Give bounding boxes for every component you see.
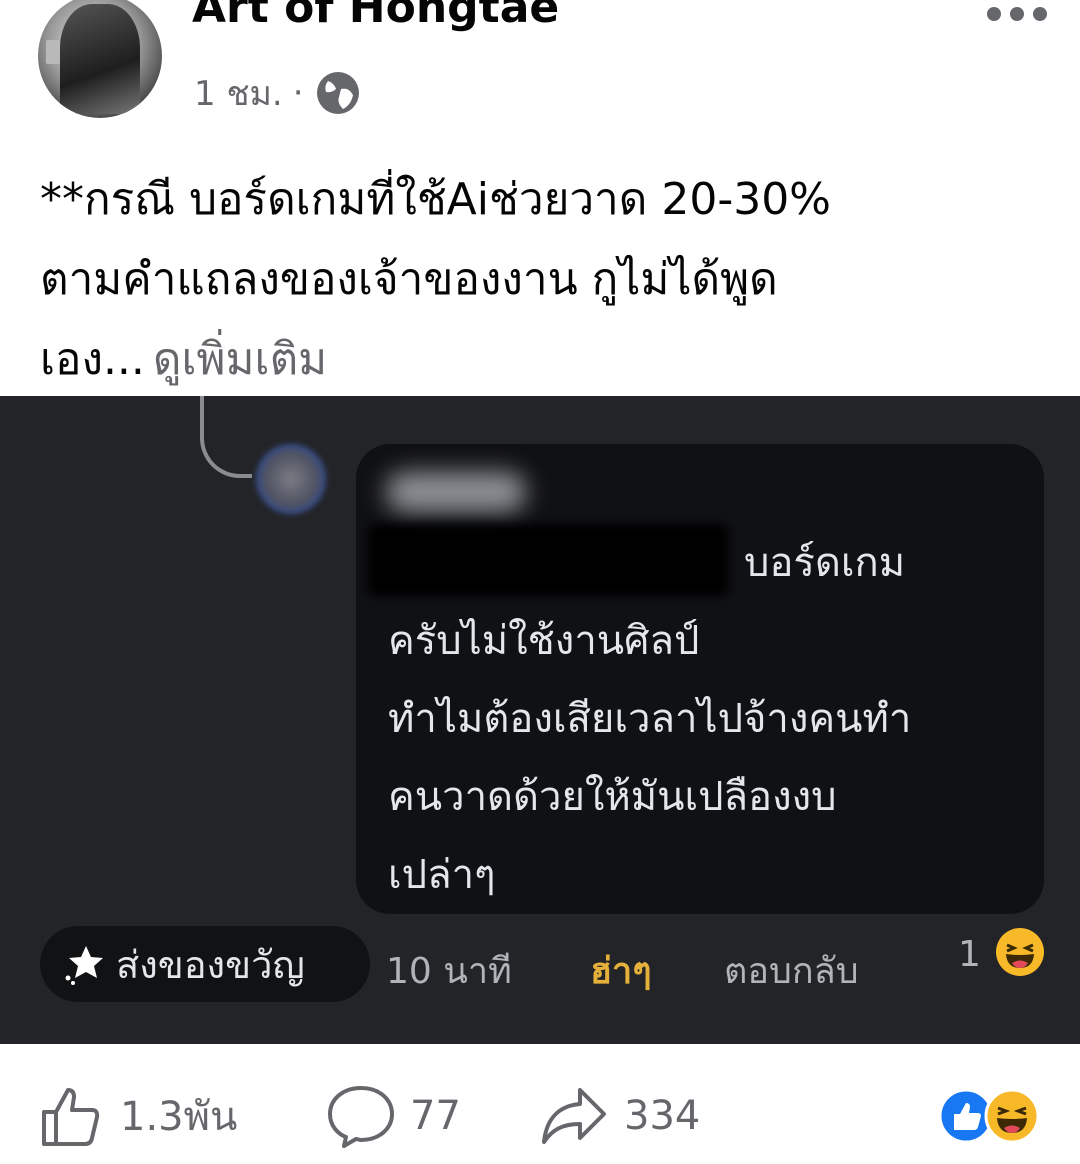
post-text-line: เอง... ดูเพิ่มเติม: [40, 320, 1040, 400]
comment-line: ทำไมต้องเสียเวลาไปจ้างคนทำ: [388, 696, 912, 742]
share-button[interactable]: 334: [540, 1082, 700, 1150]
gift-sparkle-icon: [65, 946, 103, 985]
commenter-avatar-blurred: [256, 444, 326, 514]
comment-time: 10 นาที: [386, 951, 512, 992]
meta-separator: ·: [292, 73, 304, 113]
globe-icon: [316, 72, 359, 114]
more-horizontal-icon[interactable]: [984, 0, 1050, 28]
comment-bubble: บอร์ดเกม ครับไม่ใช้งานศิลป์ ทำไมต้องเสีย…: [356, 444, 1044, 914]
comment-count: 77: [410, 1093, 461, 1139]
share-count: 334: [624, 1093, 701, 1139]
reply-thread-line: [200, 396, 252, 478]
attached-screenshot[interactable]: บอร์ดเกม ครับไม่ใช้งานศิลป์ ทำไมต้องเสีย…: [0, 396, 1080, 1044]
redacted-text: [368, 524, 728, 596]
reaction-summary[interactable]: [938, 1088, 1048, 1144]
comment-line: บอร์ดเกม: [744, 540, 906, 586]
post-text-line: **กรณี บอร์ดเกมที่ใช้Aiช่วยวาด 20-30%: [40, 174, 831, 225]
avatar-figure: [60, 4, 140, 114]
see-more-link[interactable]: ดูเพิ่มเติม: [153, 334, 327, 385]
author-name[interactable]: Art of Hongtae: [192, 0, 559, 33]
comment-line: คนวาดด้วยให้มันเปลืองงบ: [388, 774, 837, 820]
share-arrow-icon: [542, 1088, 606, 1144]
comment-bubble-icon: [328, 1086, 394, 1148]
comment-button[interactable]: 77: [326, 1082, 461, 1150]
author-avatar[interactable]: [38, 0, 162, 118]
haha-emoji-icon: [996, 928, 1044, 976]
commenter-name-blurred: [386, 472, 526, 512]
send-gift-label: ส่งของขวัญ: [116, 942, 305, 987]
comment-reaction-label: ฮ่าๆ: [590, 951, 652, 992]
post-text-line: ตามคำแถลงของเจ้าของงาน กูไม่ได้พูด: [40, 254, 778, 305]
comment-reply-label: ตอบกลับ: [724, 951, 859, 992]
comment-line: เปล่าๆ: [388, 852, 496, 898]
like-button[interactable]: 1.3พัน: [38, 1082, 237, 1150]
thumbs-up-icon: [42, 1088, 100, 1146]
post-time[interactable]: 1 ชม.: [194, 66, 283, 120]
comment-line: ครับไม่ใช้งานศิลป์: [388, 618, 700, 664]
post-text-line-end: เอง...: [40, 334, 145, 385]
post-body: **กรณี บอร์ดเกมที่ใช้Aiช่วยวาด 20-30% ตา…: [40, 160, 1040, 400]
haha-reaction-icon: [984, 1088, 1040, 1144]
like-count: 1.3พัน: [120, 1094, 238, 1140]
comment-reaction-count: 1: [958, 934, 981, 975]
post-meta: 1 ชม. ·: [194, 66, 362, 120]
post-card: Art of Hongtae 1 ชม. · **กรณี บอร์ดเกมที…: [0, 0, 1080, 1164]
send-gift-button: ส่งของขวัญ: [40, 926, 370, 1002]
avatar-seal: [46, 40, 60, 64]
